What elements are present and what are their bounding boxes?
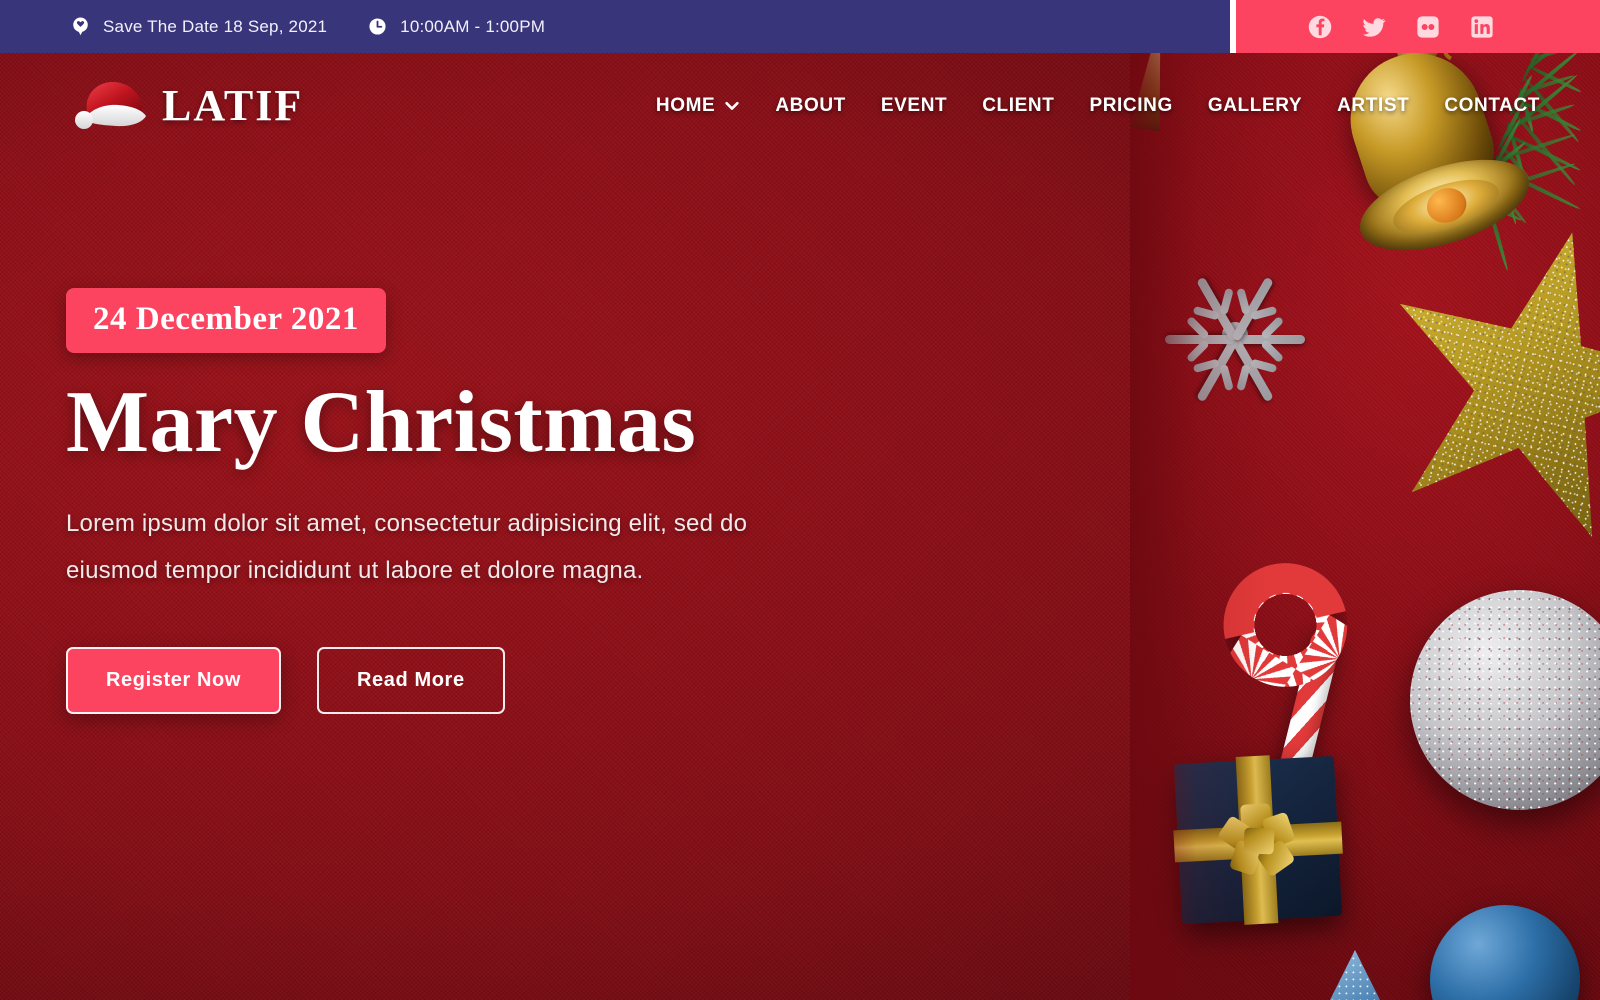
page-root: Save The Date 18 Sep, 2021 10:00AM - 1:0… — [0, 0, 1600, 1000]
clock-icon — [369, 18, 386, 35]
nav-label-home: HOME — [655, 94, 716, 116]
hero-date-badge: 24 December 2021 — [66, 288, 386, 353]
site-logo[interactable]: LATIF — [70, 75, 303, 137]
linkedin-icon[interactable] — [1469, 14, 1495, 40]
save-the-date-info: Save The Date 18 Sep, 2021 — [70, 16, 327, 37]
nav-label-about: ABOUT — [775, 94, 846, 116]
nav-label-pricing: PRICING — [1089, 94, 1173, 116]
chevron-down-icon — [725, 101, 740, 110]
hero-title: Mary Christmas — [66, 374, 697, 471]
nav-item-client[interactable]: CLIENT — [982, 95, 1054, 117]
facebook-icon[interactable] — [1307, 14, 1333, 40]
nav-item-pricing[interactable]: PRICING — [1089, 95, 1172, 117]
nav-item-gallery[interactable]: GALLERY — [1208, 95, 1302, 117]
nav-label-contact: CONTACT — [1444, 94, 1540, 116]
hero-paragraph: Lorem ipsum dolor sit amet, consectetur … — [66, 510, 748, 585]
main-navigation: HOME ABOUT EVENT CLIENT PRICING GALLERY — [656, 95, 1540, 117]
site-header: LATIF HOME ABOUT EVENT CLIENT PRICING GA… — [0, 53, 1600, 158]
heart-pin-icon — [73, 17, 88, 36]
santa-hat-icon — [75, 81, 146, 129]
flickr-icon[interactable] — [1415, 14, 1441, 40]
save-the-date-text: Save The Date 18 Sep, 2021 — [103, 16, 328, 36]
nav-item-artist[interactable]: ARTIST — [1337, 95, 1409, 117]
logo-text: LATIF — [162, 81, 304, 130]
nav-item-contact[interactable]: CONTACT — [1444, 95, 1540, 117]
twitter-icon[interactable] — [1361, 14, 1387, 40]
nav-label-client: CLIENT — [982, 94, 1055, 116]
nav-item-event[interactable]: EVENT — [881, 95, 947, 117]
nav-item-about[interactable]: ABOUT — [775, 95, 846, 117]
top-bar-info-section: Save The Date 18 Sep, 2021 10:00AM - 1:0… — [0, 0, 1230, 53]
read-more-button[interactable]: Read More — [317, 646, 505, 714]
social-links-section — [1236, 0, 1600, 53]
event-time-text: 10:00AM - 1:00PM — [400, 16, 546, 36]
nav-label-event: EVENT — [880, 94, 948, 116]
event-time-info: 10:00AM - 1:00PM — [367, 16, 545, 37]
nav-item-home[interactable]: HOME — [656, 95, 740, 117]
nav-label-gallery: GALLERY — [1207, 94, 1303, 116]
hero-action-buttons: Register Now Read More — [66, 646, 1160, 714]
nav-label-artist: ARTIST — [1337, 94, 1410, 116]
top-info-bar: Save The Date 18 Sep, 2021 10:00AM - 1:0… — [0, 0, 1600, 53]
register-now-button[interactable]: Register Now — [66, 646, 282, 714]
